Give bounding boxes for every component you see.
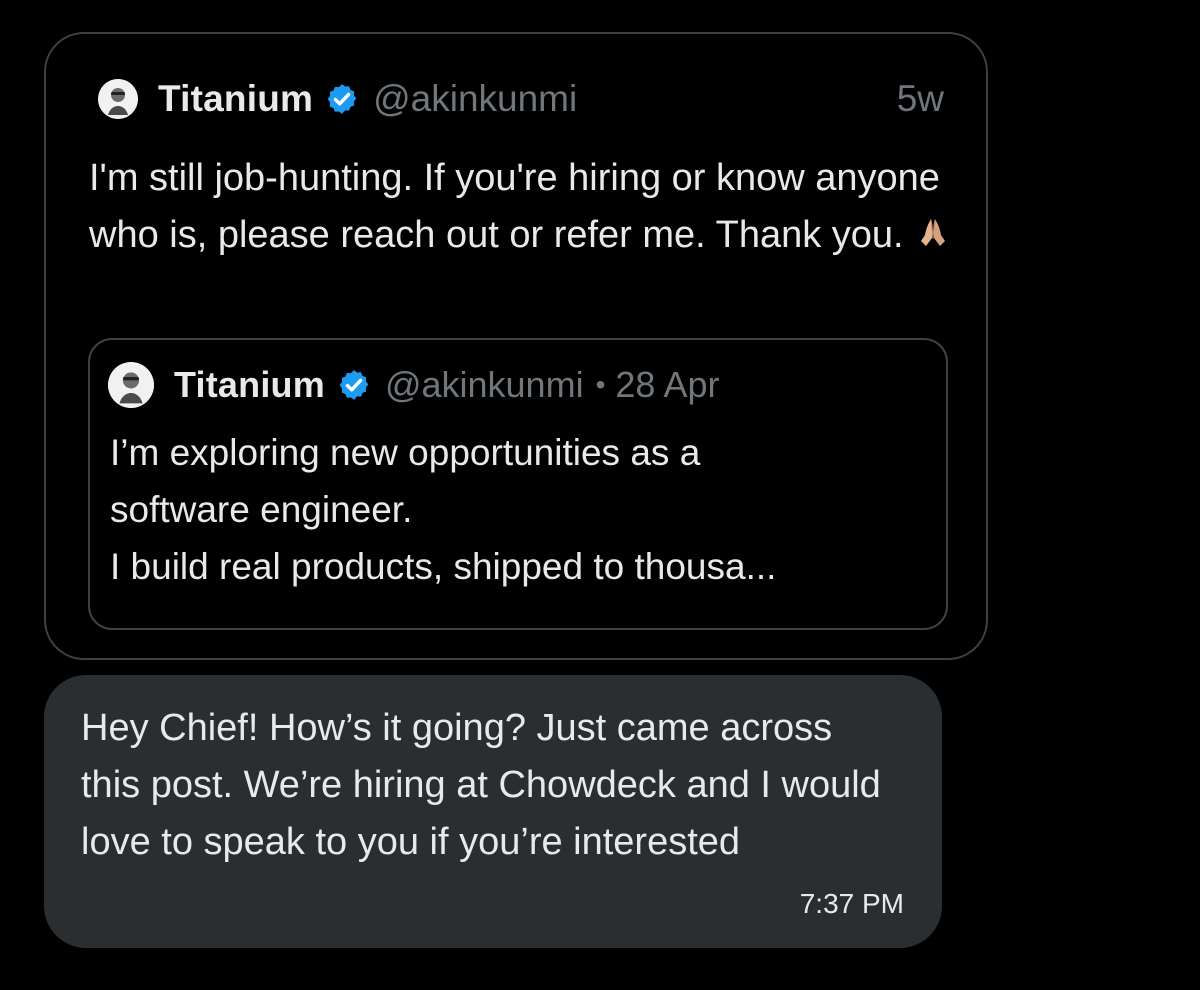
direct-message-bubble[interactable]: Hey Chief! How’s it going? Just came acr… [44, 675, 942, 948]
author-avatar[interactable] [98, 79, 138, 119]
quoted-author-avatar[interactable] [108, 362, 154, 408]
message-text: Hey Chief! How’s it going? Just came acr… [81, 707, 881, 863]
quoted-author-name[interactable]: Titanium [174, 364, 325, 406]
author-handle[interactable]: @akinkunmi [373, 78, 577, 120]
quoted-author-handle[interactable]: @akinkunmi [385, 364, 584, 406]
quoted-post-text: I’m exploring new opportunities as a sof… [110, 432, 777, 587]
quoted-post-date: 28 Apr [615, 364, 720, 405]
avatar-photo-icon [108, 362, 154, 408]
shared-post-card[interactable]: Titanium @akinkunmi 5w I'm still job-hun… [44, 32, 988, 660]
author-name[interactable]: Titanium [158, 78, 313, 120]
quoted-post-header: Titanium @akinkunmi • 28 Apr [108, 362, 928, 408]
verified-badge-icon [339, 370, 369, 400]
avatar-photo-icon [98, 79, 138, 119]
verified-badge-icon [327, 84, 357, 114]
shared-post-header: Titanium @akinkunmi 5w [98, 76, 944, 122]
message-time: 7:37 PM [799, 888, 904, 919]
folded-hands-emoji-icon [920, 219, 945, 246]
shared-post-body: I'm still job-hunting. If you're hiring … [89, 157, 940, 256]
post-age: 5w [896, 78, 944, 119]
quoted-post-card[interactable]: Titanium @akinkunmi • 28 Apr I’m explori… [88, 338, 948, 630]
shared-post-text: I'm still job-hunting. If you're hiring … [89, 150, 959, 264]
metadata-separator: • [595, 369, 606, 400]
